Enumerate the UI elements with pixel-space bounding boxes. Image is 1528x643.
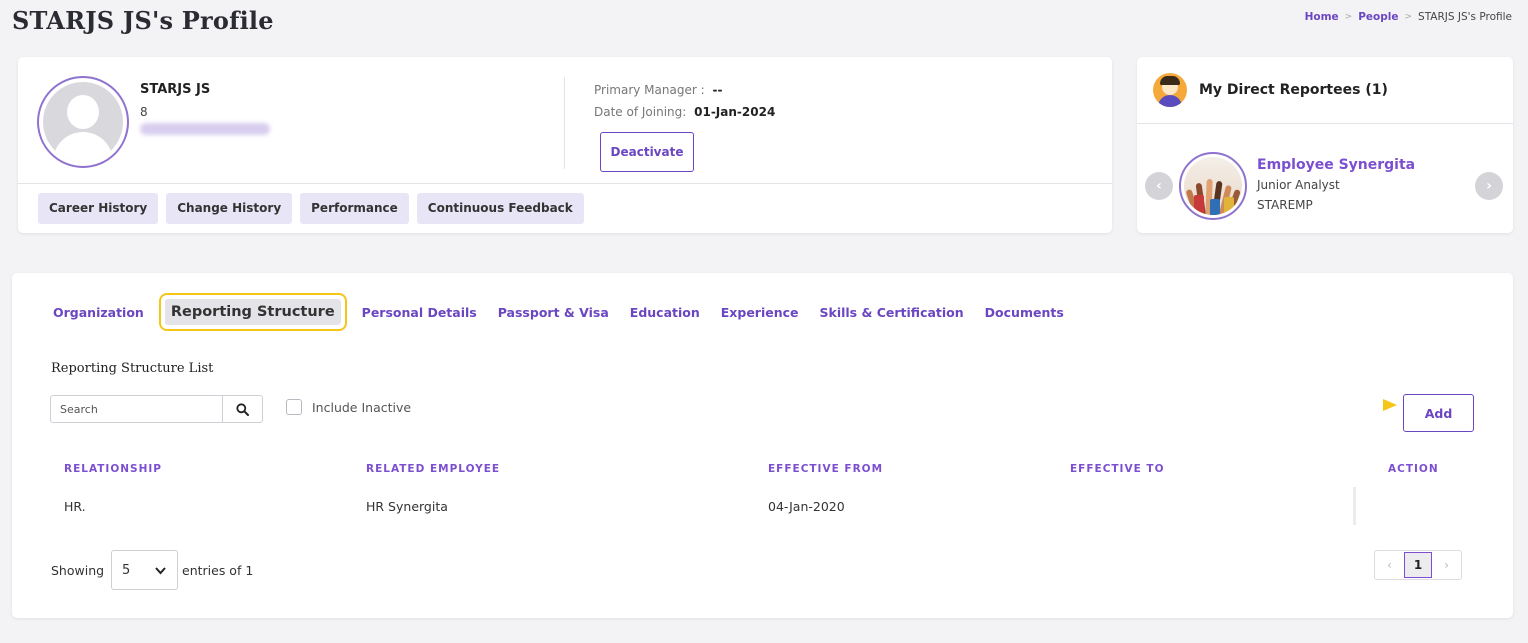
reportees-title: My Direct Reportees (1) — [1199, 82, 1388, 98]
include-inactive-label: Include Inactive — [312, 399, 412, 415]
search-input[interactable] — [51, 396, 223, 422]
cell-effective-from: 04-Jan-2020 — [768, 499, 845, 514]
carousel-next-button[interactable]: › — [1475, 172, 1503, 200]
divider — [18, 183, 1112, 184]
tab-personal-details[interactable]: Personal Details — [362, 305, 477, 320]
date-of-joining-row: Date of Joining: 01-Jan-2024 — [594, 105, 775, 119]
pointer-arrow-icon — [1225, 399, 1397, 411]
column-header-related-employee[interactable]: RELATED EMPLOYEE — [366, 463, 500, 475]
tab-education[interactable]: Education — [630, 305, 700, 320]
search-box — [50, 395, 263, 423]
column-header-relationship[interactable]: RELATIONSHIP — [64, 463, 162, 475]
reportee-department: STAREMP — [1257, 198, 1313, 212]
tab-experience[interactable]: Experience — [721, 305, 799, 320]
showing-label: Showing — [51, 563, 105, 578]
column-header-action: ACTION — [1388, 463, 1439, 475]
profile-tabs: Organization Reporting Structure Persona… — [53, 293, 1064, 331]
user-avatar-icon — [1153, 73, 1187, 107]
tab-documents[interactable]: Documents — [985, 305, 1064, 320]
chevron-left-icon: ‹ — [1156, 178, 1162, 194]
entries-count-label: entries of 1 — [182, 563, 254, 578]
profile-card: STARJS JS 8 Primary Manager : -- Date of… — [18, 57, 1112, 233]
action-column-divider — [1353, 487, 1356, 525]
profile-details-card: Organization Reporting Structure Persona… — [12, 273, 1513, 618]
user-placeholder-icon — [43, 82, 123, 162]
reportees-header: My Direct Reportees (1) — [1153, 73, 1388, 107]
reportee-role: Junior Analyst — [1257, 178, 1340, 192]
search-button[interactable] — [222, 396, 262, 422]
chevron-right-icon: › — [1486, 178, 1492, 194]
page-title: STARJS JS's Profile — [12, 6, 274, 35]
divider — [564, 77, 565, 169]
breadcrumb-home-link[interactable]: Home — [1305, 11, 1339, 23]
reportee-avatar[interactable] — [1179, 152, 1247, 220]
employee-id: 8 — [140, 105, 148, 119]
chevron-right-icon: > — [1404, 12, 1413, 22]
column-header-effective-from[interactable]: EFFECTIVE FROM — [768, 463, 883, 475]
tab-reporting-structure[interactable]: Reporting Structure — [164, 299, 341, 325]
performance-button[interactable]: Performance — [300, 193, 409, 224]
cell-relationship: HR. — [64, 499, 86, 514]
active-tab-highlight: Reporting Structure — [158, 293, 347, 331]
profile-actions: Career History Change History Performanc… — [38, 193, 584, 224]
direct-reportees-card: My Direct Reportees (1) ‹ Employee Syner… — [1137, 57, 1513, 233]
tab-organization[interactable]: Organization — [53, 305, 144, 320]
pagination-next-button[interactable]: › — [1432, 551, 1461, 579]
avatar — [37, 76, 129, 168]
doj-value: 01-Jan-2024 — [694, 105, 776, 119]
pagination-page-1[interactable]: 1 — [1404, 552, 1432, 578]
column-header-effective-to[interactable]: EFFECTIVE TO — [1070, 463, 1165, 475]
employee-email-blurred — [140, 123, 270, 135]
chevron-right-icon: > — [1344, 12, 1353, 22]
tab-skills-certification[interactable]: Skills & Certification — [820, 305, 964, 320]
primary-manager-row: Primary Manager : -- — [594, 83, 722, 97]
deactivate-button[interactable]: Deactivate — [600, 132, 694, 172]
doj-label: Date of Joining: — [594, 105, 687, 119]
search-icon — [236, 402, 249, 416]
page-size-select[interactable]: 5 — [111, 550, 178, 590]
primary-manager-value: -- — [712, 83, 723, 97]
primary-manager-label: Primary Manager : — [594, 83, 705, 97]
career-history-button[interactable]: Career History — [38, 193, 159, 224]
carousel-prev-button[interactable]: ‹ — [1145, 172, 1173, 200]
include-inactive-control: Include Inactive — [286, 399, 411, 415]
pagination-prev-button[interactable]: ‹ — [1375, 551, 1404, 579]
breadcrumb: Home > People > STARJS JS's Profile — [1305, 11, 1512, 23]
change-history-button[interactable]: Change History — [166, 193, 293, 224]
tab-passport-visa[interactable]: Passport & Visa — [498, 305, 609, 320]
reportee-name-link[interactable]: Employee Synergita — [1257, 157, 1415, 173]
cell-related-employee: HR Synergita — [366, 499, 448, 514]
add-button[interactable]: Add — [1403, 394, 1474, 432]
continuous-feedback-button[interactable]: Continuous Feedback — [416, 193, 584, 224]
chevron-down-icon — [155, 567, 166, 575]
breadcrumb-people-link[interactable]: People — [1358, 11, 1398, 23]
divider — [1137, 123, 1513, 124]
list-title: Reporting Structure List — [51, 361, 214, 376]
employee-name: STARJS JS — [140, 82, 211, 97]
page-size-value: 5 — [122, 563, 131, 578]
include-inactive-checkbox[interactable] — [286, 399, 302, 415]
breadcrumb-current: STARJS JS's Profile — [1418, 11, 1512, 23]
pagination: ‹ 1 › — [1374, 550, 1462, 580]
